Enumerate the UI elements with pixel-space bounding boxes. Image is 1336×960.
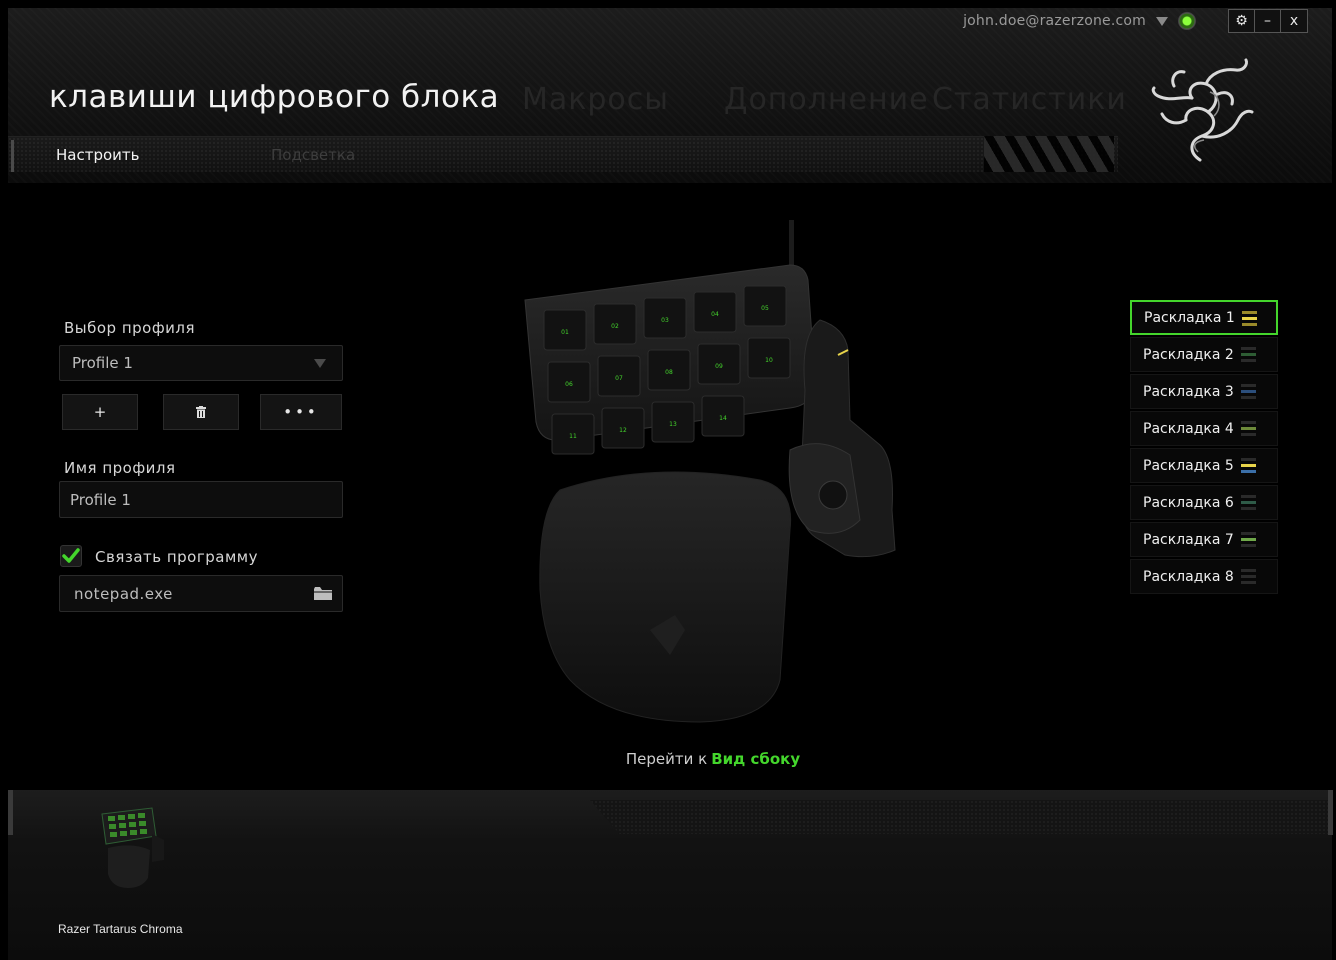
delete-profile-button[interactable] (163, 394, 239, 430)
app-window: john.doe@razerzone.com ⚙ – x клавиши циф… (0, 0, 1336, 960)
keypad-key-label: 04 (711, 311, 719, 318)
window-controls: ⚙ – x (1228, 9, 1308, 33)
decorative-stripes (984, 136, 1114, 172)
side-view-nav: Перейти к Вид сбоку (0, 750, 1336, 768)
sub-navigation (8, 136, 1118, 172)
trash-icon (196, 406, 206, 418)
chevron-down-icon (314, 359, 326, 368)
tab-statistics[interactable]: Статистики (932, 82, 1127, 117)
keypad-key-label: 09 (715, 363, 723, 370)
page-title[interactable]: клавиши цифрового блока (49, 79, 499, 115)
tab-macros[interactable]: Макросы (522, 82, 669, 117)
checkmark-icon (62, 548, 80, 563)
keypad-device-image: 01 02 03 04 05 06 07 08 09 10 11 12 13 14 (500, 210, 920, 730)
keypad-keys: 01 02 03 04 05 06 07 08 09 10 11 12 13 14 (543, 285, 791, 455)
device-thumbnail[interactable] (92, 804, 172, 894)
tab-addon[interactable]: Дополнение (724, 82, 929, 117)
link-program-checkbox[interactable] (60, 545, 82, 567)
keymap-color-icon (1241, 495, 1256, 510)
keypad-key-label: 05 (761, 305, 769, 312)
keymap-label: Раскладка 3 (1143, 383, 1234, 400)
keypad-key-label: 02 (611, 323, 619, 330)
keypad-illustration: 01 02 03 04 05 06 07 08 09 10 11 12 13 14 (524, 220, 896, 723)
keypad-key-label: 07 (615, 375, 623, 382)
divider (8, 790, 13, 835)
keymap-color-icon (1241, 458, 1256, 473)
profile-name-label: Имя профиля (64, 459, 176, 477)
profile-name-field[interactable]: Profile 1 (59, 481, 343, 518)
profile-select-label: Выбор профиля (64, 319, 196, 337)
keymap-label: Раскладка 1 (1144, 309, 1235, 326)
keymap-label: Раскладка 5 (1143, 457, 1234, 474)
keymap-color-icon (1241, 347, 1256, 362)
keypad-key-label: 01 (561, 329, 569, 336)
keypad-key-label: 13 (669, 421, 677, 428)
keymap-label: Раскладка 4 (1143, 420, 1234, 437)
divider (11, 140, 14, 172)
profile-select[interactable]: Profile 1 (59, 345, 343, 381)
keymap-item[interactable]: Раскладка 2 (1130, 337, 1278, 372)
keymap-item[interactable]: Раскладка 7 (1130, 522, 1278, 557)
tab-customize[interactable]: Настроить (56, 146, 139, 164)
keypad-key-label: 06 (565, 381, 573, 388)
keymap-item[interactable]: Раскладка 1 (1130, 300, 1278, 335)
program-path-field[interactable]: notepad.exe (59, 575, 343, 612)
keypad-key-label: 11 (569, 433, 577, 440)
keymap-color-icon (1241, 532, 1256, 547)
keymap-label: Раскладка 8 (1143, 568, 1234, 585)
user-bar: john.doe@razerzone.com ⚙ – x (963, 8, 1308, 34)
keymap-list: Раскладка 1 Раскладка 2 Раскладка 3 Расклад… (1130, 300, 1278, 596)
keymap-color-icon (1241, 421, 1256, 436)
keymap-label: Раскладка 2 (1143, 346, 1234, 363)
keypad-key-label: 03 (661, 317, 669, 324)
keymap-item[interactable]: Раскладка 3 (1130, 374, 1278, 409)
program-path-value: notepad.exe (74, 584, 173, 603)
keymap-color-icon (1241, 569, 1256, 584)
razer-logo-icon (1148, 56, 1254, 166)
keymap-item[interactable]: Раскладка 6 (1130, 485, 1278, 520)
tab-lighting[interactable]: Подсветка (271, 146, 355, 164)
minimize-button[interactable]: – (1255, 10, 1281, 32)
keymap-item[interactable]: Раскладка 5 (1130, 448, 1278, 483)
folder-icon[interactable] (314, 587, 332, 600)
close-button[interactable]: x (1281, 10, 1307, 32)
keymap-item[interactable]: Раскладка 8 (1130, 559, 1278, 594)
keypad-key-label: 10 (765, 357, 773, 364)
keymap-color-icon (1242, 311, 1257, 326)
user-email[interactable]: john.doe@razerzone.com (963, 13, 1146, 29)
online-status-icon[interactable] (1178, 12, 1196, 30)
keymap-label: Раскладка 7 (1143, 531, 1234, 548)
profile-select-value: Profile 1 (72, 354, 133, 372)
device-name: Razer Tartarus Chroma (58, 922, 183, 936)
keypad-key-label: 12 (619, 427, 627, 434)
link-program-label: Связать программу (95, 548, 258, 566)
chevron-down-icon[interactable] (1156, 16, 1168, 26)
divider (1328, 790, 1333, 835)
decorative-band (590, 800, 1332, 834)
more-options-button[interactable]: ••• (260, 394, 342, 430)
keypad-key-label: 14 (719, 415, 727, 422)
keymap-item[interactable]: Раскладка 4 (1130, 411, 1278, 446)
keymap-color-icon (1241, 384, 1256, 399)
side-view-link[interactable]: Вид сбоку (711, 750, 800, 768)
keypad-key-label: 08 (665, 369, 673, 376)
add-profile-button[interactable]: + (62, 394, 138, 430)
keymap-label: Раскладка 6 (1143, 494, 1234, 511)
settings-button[interactable]: ⚙ (1229, 10, 1255, 32)
side-view-prefix: Перейти к (625, 750, 708, 768)
